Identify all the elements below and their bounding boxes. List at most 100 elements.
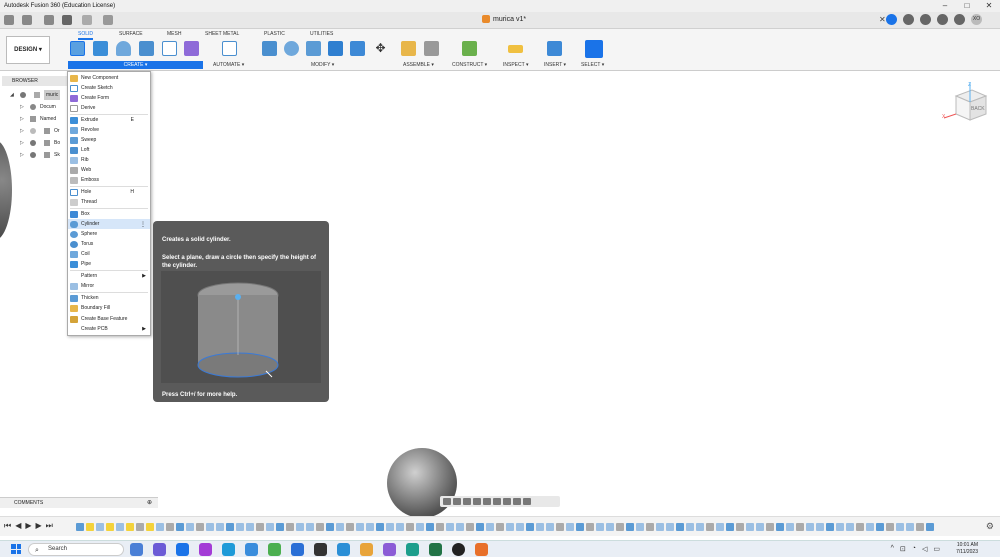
assemble-group-label[interactable]: ASSEMBLE ▾ bbox=[403, 62, 434, 68]
timeline-features[interactable] bbox=[76, 521, 976, 533]
menu-item-torus[interactable]: Torus bbox=[68, 239, 150, 249]
avatar[interactable]: XO bbox=[971, 14, 982, 25]
insert-group-label[interactable]: INSERT ▾ bbox=[544, 62, 566, 68]
timeline-feature[interactable] bbox=[526, 523, 534, 531]
teams-icon[interactable] bbox=[153, 543, 166, 556]
timeline-feature[interactable] bbox=[896, 523, 904, 531]
timeline-feature[interactable] bbox=[716, 523, 724, 531]
timeline-settings-icon[interactable]: ⚙ bbox=[986, 521, 994, 532]
timeline-feature[interactable] bbox=[866, 523, 874, 531]
new-tab-icon[interactable] bbox=[886, 14, 897, 25]
timeline-feature[interactable] bbox=[556, 523, 564, 531]
menu-item-create-base-feature[interactable]: Create Base Feature bbox=[68, 314, 150, 324]
menu-item-pattern[interactable]: Pattern ▶ bbox=[68, 271, 150, 281]
timeline-feature[interactable] bbox=[396, 523, 404, 531]
create-group-label[interactable]: CREATE ▾ bbox=[68, 61, 203, 69]
battery-icon[interactable]: ▭ bbox=[933, 545, 940, 553]
timeline-feature[interactable] bbox=[916, 523, 924, 531]
minimize-button[interactable]: – bbox=[934, 0, 956, 12]
expand-icon[interactable]: ▷ bbox=[20, 102, 26, 112]
timeline-feature[interactable] bbox=[326, 523, 334, 531]
timeline-feature[interactable] bbox=[646, 523, 654, 531]
menu-item-loft[interactable]: Loft bbox=[68, 145, 150, 155]
menu-item-create-pcb[interactable]: Create PCB ▶ bbox=[68, 324, 150, 334]
menu-item-thread[interactable]: Thread bbox=[68, 197, 150, 207]
tab-solid[interactable]: SOLID bbox=[78, 31, 94, 40]
viewcube-face[interactable]: BACK bbox=[971, 106, 985, 112]
timeline-feature[interactable] bbox=[876, 523, 884, 531]
tab-utilities[interactable]: UTILITIES bbox=[310, 31, 333, 37]
menu-item-web[interactable]: Web bbox=[68, 165, 150, 175]
fusion-360-icon[interactable] bbox=[475, 543, 488, 556]
browser-row-document-settings[interactable]: ▷ Docum bbox=[0, 102, 70, 112]
timeline-feature[interactable] bbox=[406, 523, 414, 531]
more-options-icon[interactable]: ⋮ bbox=[140, 221, 146, 228]
app-icon[interactable] bbox=[314, 543, 327, 556]
timeline-feature[interactable] bbox=[306, 523, 314, 531]
browser-root-row[interactable]: ◢ muric bbox=[0, 90, 70, 100]
timeline-feature[interactable] bbox=[206, 523, 214, 531]
fusion-icon[interactable] bbox=[360, 543, 373, 556]
taskbar-search[interactable]: ⌕ Search bbox=[28, 543, 124, 556]
timeline-feature[interactable] bbox=[346, 523, 354, 531]
chamfer-icon[interactable] bbox=[306, 41, 321, 56]
timeline-feature[interactable] bbox=[226, 523, 234, 531]
timeline-feature[interactable] bbox=[776, 523, 784, 531]
timeline-feature[interactable] bbox=[826, 523, 834, 531]
sphere-body[interactable] bbox=[387, 448, 457, 518]
offset-plane-icon[interactable] bbox=[462, 41, 477, 56]
timeline-feature[interactable] bbox=[836, 523, 844, 531]
menu-item-create-sketch[interactable]: Create Sketch bbox=[68, 83, 150, 93]
menu-item-derive[interactable]: Derive bbox=[68, 103, 150, 113]
network-icon[interactable]: ⊡ bbox=[900, 545, 906, 553]
eye-icon[interactable] bbox=[20, 92, 26, 98]
joint-icon[interactable] bbox=[424, 41, 439, 56]
extensions-icon[interactable] bbox=[903, 14, 914, 25]
windows-start-icon[interactable] bbox=[11, 544, 21, 554]
edge-icon[interactable] bbox=[222, 543, 235, 556]
timeline-feature[interactable] bbox=[496, 523, 504, 531]
timeline-feature[interactable] bbox=[386, 523, 394, 531]
arduino-icon[interactable] bbox=[406, 543, 419, 556]
timeline-feature[interactable] bbox=[616, 523, 624, 531]
timeline-feature[interactable] bbox=[626, 523, 634, 531]
fit-icon[interactable] bbox=[493, 498, 501, 505]
timeline-feature[interactable] bbox=[416, 523, 424, 531]
document-tab[interactable]: murica v1* bbox=[482, 15, 526, 23]
play-icon[interactable]: ▶ bbox=[25, 521, 31, 531]
timeline-feature[interactable] bbox=[296, 523, 304, 531]
timeline-feature[interactable] bbox=[806, 523, 814, 531]
menu-item-thicken[interactable]: Thicken bbox=[68, 293, 150, 303]
timeline-feature[interactable] bbox=[886, 523, 894, 531]
timeline-feature[interactable] bbox=[586, 523, 594, 531]
pan-icon[interactable] bbox=[463, 498, 471, 505]
menu-item-box[interactable]: Box bbox=[68, 209, 150, 219]
data-panel-icon[interactable] bbox=[4, 15, 14, 25]
timeline-feature[interactable] bbox=[286, 523, 294, 531]
timeline-feature[interactable] bbox=[736, 523, 744, 531]
hole-icon[interactable] bbox=[139, 41, 154, 56]
timeline-feature[interactable] bbox=[256, 523, 264, 531]
expand-icon[interactable]: ▷ bbox=[20, 114, 26, 124]
display-settings-icon[interactable] bbox=[503, 498, 511, 505]
menu-item-emboss[interactable]: Emboss bbox=[68, 175, 150, 185]
go-to-end-icon[interactable]: ⏭ bbox=[46, 521, 53, 531]
chevron-up-icon[interactable]: ^ bbox=[891, 545, 894, 553]
timeline-feature[interactable] bbox=[96, 523, 104, 531]
store-icon[interactable] bbox=[176, 543, 189, 556]
taskbar-clock[interactable]: 10:01 AM 7/11/2023 bbox=[956, 542, 978, 556]
menu-item-create-form[interactable]: Create Form bbox=[68, 93, 150, 103]
timeline-feature[interactable] bbox=[846, 523, 854, 531]
app-icon[interactable] bbox=[383, 543, 396, 556]
help-icon[interactable] bbox=[954, 14, 965, 25]
fillet-icon[interactable] bbox=[284, 41, 299, 56]
go-to-start-icon[interactable]: ⏮ bbox=[4, 521, 11, 531]
timeline-feature[interactable] bbox=[376, 523, 384, 531]
home-icon[interactable] bbox=[103, 15, 113, 25]
timeline-feature[interactable] bbox=[796, 523, 804, 531]
timeline-feature[interactable] bbox=[766, 523, 774, 531]
undo-icon[interactable] bbox=[62, 15, 72, 25]
timeline-feature[interactable] bbox=[686, 523, 694, 531]
maximize-button[interactable]: □ bbox=[956, 0, 978, 12]
tab-surface[interactable]: SURFACE bbox=[119, 31, 143, 37]
